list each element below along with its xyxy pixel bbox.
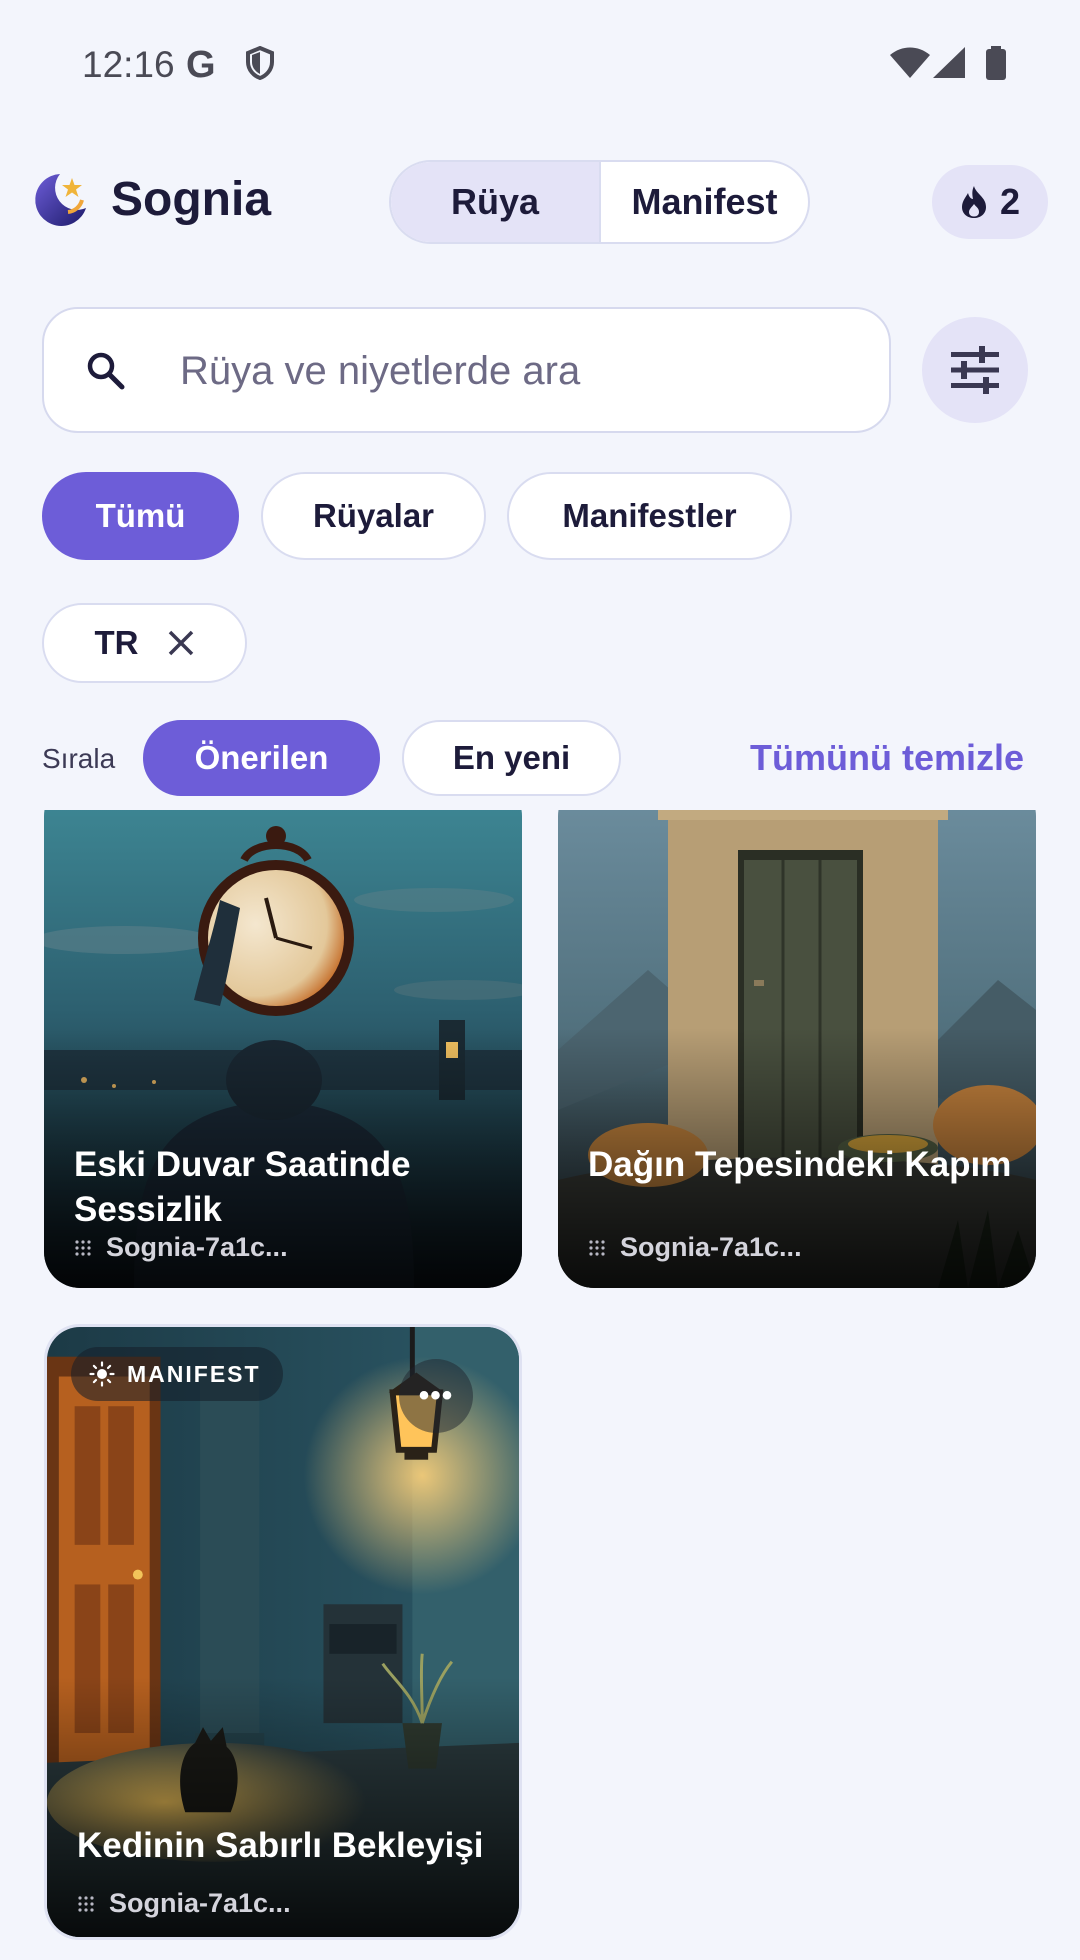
card-author: Sognia-7a1c... bbox=[74, 1232, 288, 1263]
language-chip-label: TR bbox=[94, 624, 139, 661]
mode-segmented-control: Rüya Manifest bbox=[389, 160, 810, 244]
card-clock[interactable]: Eski Duvar Saatinde Sessizlik Sognia-7a1… bbox=[44, 810, 522, 1288]
card-title: Eski Duvar Saatinde Sessizlik bbox=[74, 1145, 411, 1229]
card-author-name: Sognia-7a1c... bbox=[620, 1232, 802, 1262]
streak-count: 2 bbox=[999, 181, 1021, 222]
manifest-badge-label: MANIFEST bbox=[127, 1360, 261, 1387]
card-author: Sognia-7a1c... bbox=[588, 1232, 802, 1263]
card-door-mountain[interactable]: Dağın Tepesindeki Kapım Sognia-7a1c... bbox=[558, 810, 1036, 1288]
avatar-icon bbox=[78, 1895, 94, 1912]
card-author: Sognia-7a1c... bbox=[77, 1888, 291, 1919]
manifest-badge: MANIFEST bbox=[71, 1347, 283, 1401]
search-input[interactable] bbox=[180, 333, 860, 409]
more-options-button[interactable]: ••• bbox=[399, 1359, 473, 1433]
status-bar: 12:16 G bbox=[0, 0, 1080, 130]
more-icon: ••• bbox=[418, 1379, 454, 1412]
avatar-icon bbox=[75, 1239, 91, 1256]
sort-newest[interactable]: En yeni bbox=[402, 720, 621, 796]
status-time: 12:16 bbox=[82, 44, 175, 85]
avatar-icon bbox=[589, 1239, 605, 1256]
card-grid: Eski Duvar Saatinde Sessizlik Sognia-7a1… bbox=[0, 810, 1080, 1960]
language-chip[interactable]: TR bbox=[42, 603, 247, 683]
app-title: Sognia bbox=[111, 173, 272, 226]
sliders-icon bbox=[951, 346, 999, 394]
card-title: Dağın Tepesindeki Kapım bbox=[588, 1145, 1012, 1184]
close-icon[interactable] bbox=[167, 629, 195, 657]
card-author-name: Sognia-7a1c... bbox=[106, 1232, 288, 1262]
sort-recommended[interactable]: Önerilen bbox=[143, 720, 380, 796]
segment-dream[interactable]: Rüya bbox=[391, 162, 601, 242]
chip-dreams[interactable]: Rüyalar bbox=[261, 472, 486, 560]
wifi-icon bbox=[890, 47, 930, 78]
shield-icon bbox=[246, 46, 274, 80]
card-author-name: Sognia-7a1c... bbox=[109, 1888, 291, 1918]
chip-all[interactable]: Tümü bbox=[42, 472, 239, 560]
explore-screen: 12:16 G Sognia Rüya Manifest 2 Rüya ve n… bbox=[0, 0, 1080, 1960]
battery-icon bbox=[986, 46, 1006, 80]
moon-star-logo-icon bbox=[35, 174, 86, 226]
segment-manifest[interactable]: Manifest bbox=[601, 162, 808, 242]
search-bar bbox=[42, 307, 891, 433]
clear-all-button[interactable]: Tümünü temizle bbox=[750, 737, 1024, 779]
card-title: Kedinin Sabırlı Bekleyişi bbox=[77, 1826, 484, 1865]
filter-button[interactable] bbox=[922, 317, 1028, 423]
search-icon bbox=[87, 352, 125, 390]
signal-icon bbox=[933, 47, 965, 78]
google-icon: G bbox=[186, 44, 216, 86]
chip-manifests[interactable]: Manifestler bbox=[507, 472, 792, 560]
card-cat-manifest[interactable]: MANIFEST ••• Kedinin Sabırlı Bekleyişi S… bbox=[44, 1324, 522, 1940]
sun-icon bbox=[89, 1361, 115, 1387]
streak-button[interactable]: 2 bbox=[932, 165, 1048, 239]
flame-icon bbox=[961, 186, 986, 218]
sort-label: Sırala bbox=[42, 743, 116, 774]
